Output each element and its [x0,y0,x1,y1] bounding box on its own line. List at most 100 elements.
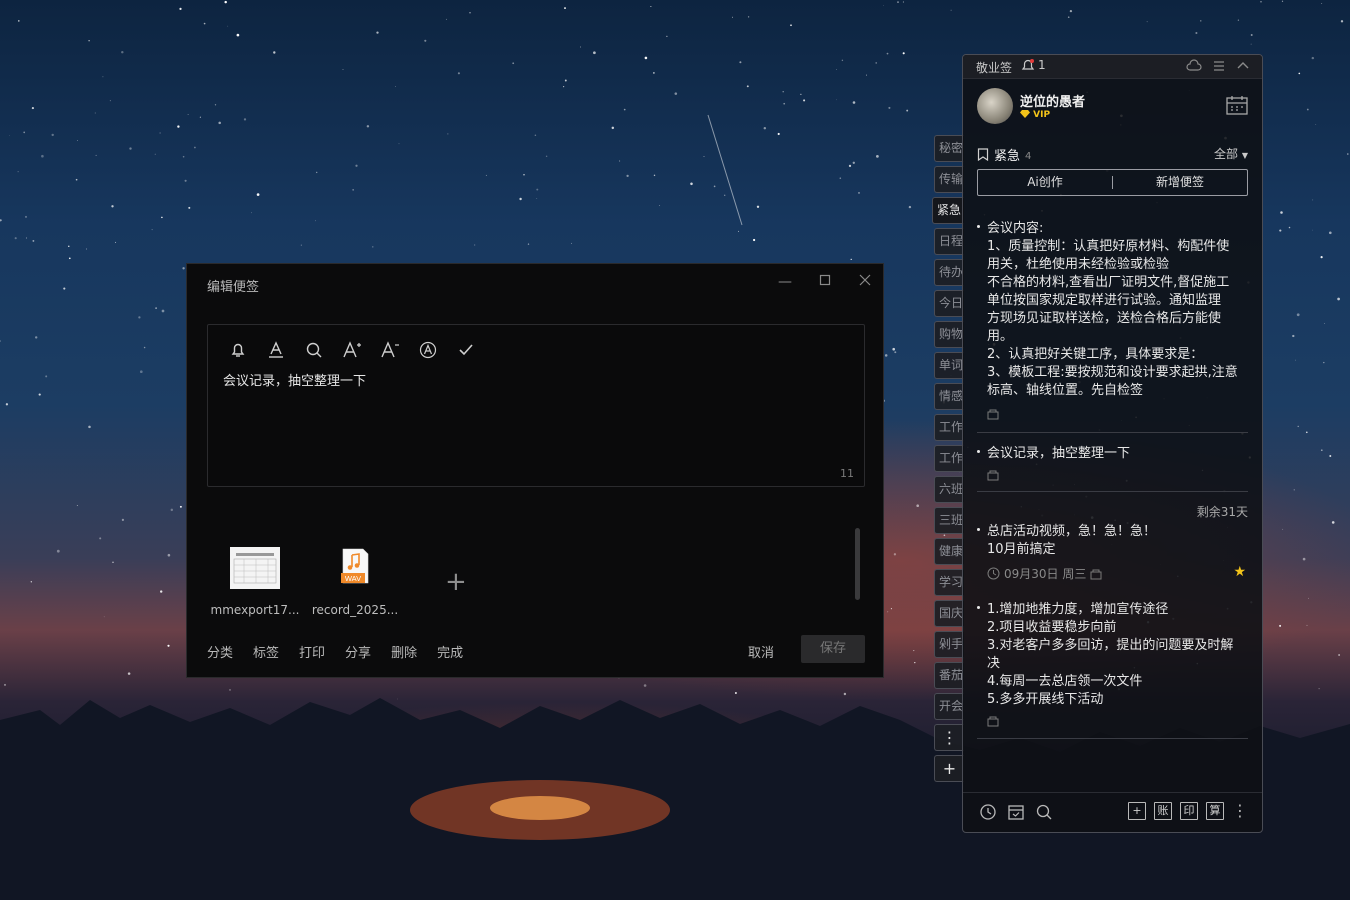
note-editor-box[interactable]: 会议记录，抽空整理一下 11 [207,324,865,487]
calendar-icon[interactable] [1226,95,1248,115]
tab-meeting[interactable]: 开会 [934,693,964,720]
minimize-button[interactable]: — [777,274,793,290]
maximize-button[interactable] [817,274,833,290]
accounts-button[interactable]: 账 [1154,802,1172,820]
font-decrease-icon[interactable] [378,339,402,361]
tab-today[interactable]: 今日 [934,290,964,317]
collapse-icon[interactable] [1236,59,1250,73]
more-tabs-button[interactable]: ⋮ [934,724,964,751]
avatar[interactable] [977,88,1013,124]
panel-titlebar: 敬业签 1 [963,55,1262,79]
character-count: 11 [840,467,854,480]
editor-actions: 分类 标签 打印 分享 删除 完成 [207,642,463,661]
note-item[interactable]: 会议记录，抽空整理一下 [977,445,1248,492]
calculator-button[interactable]: 算 [1206,802,1224,820]
tab-todo[interactable]: 待办 [934,259,964,286]
done-button[interactable]: 完成 [437,642,463,661]
bookmark-icon [977,148,989,161]
tag-button[interactable]: 标签 [253,642,279,661]
svg-text:WAV: WAV [345,574,361,583]
remaining-days: 剩余31天 [1196,505,1248,519]
checklist-icon[interactable] [454,339,478,361]
add-note-button[interactable]: + [1128,802,1146,820]
search-icon[interactable] [1035,803,1053,821]
ai-create-button[interactable]: Ai创作 [978,170,1112,195]
image-thumbnail-icon [230,547,280,589]
print-button[interactable]: 打印 [299,642,325,661]
menu-icon[interactable] [1212,59,1226,73]
new-note-button[interactable]: 新增便签 [1113,170,1247,195]
panel-footer: + 账 印 算 ⋮ [963,792,1262,832]
reminder-bell-icon[interactable] [226,339,250,361]
text-color-icon[interactable] [416,339,440,361]
category-count: 4 [1025,150,1032,162]
tab-class-three[interactable]: 三班 [934,507,964,534]
tab-class-six[interactable]: 六班 [934,476,964,503]
tab-shopping[interactable]: 购物 [934,321,964,348]
maximize-icon [819,274,831,286]
panel-action-buttons: Ai创作 新增便签 [977,169,1248,196]
reminder-date: 09月30日 周三 [987,565,1102,582]
notification-button[interactable]: 1 [1021,58,1046,72]
history-clock-icon[interactable] [979,803,997,821]
window-title: 编辑便签 [207,280,260,295]
notification-count: 1 [1038,58,1046,72]
attachment-image[interactable]: mmexport17... [205,547,305,617]
share-button[interactable]: 分享 [345,642,371,661]
note-item[interactable]: 总店活动视频，急！急！急！ 10月前搞定 09月30日 周三 ★ [977,523,1248,581]
tab-tomato[interactable]: 番茄 [934,662,964,689]
filter-dropdown[interactable]: 全部 ▼ [1214,145,1248,162]
chevron-down-icon: ▼ [1241,151,1248,160]
tab-shopping-spree[interactable]: 剁手 [934,631,964,658]
add-attachment-button[interactable]: + [445,569,467,595]
tab-words[interactable]: 单词 [934,352,964,379]
note-item[interactable]: 会议内容: 1、质量控制：认真把好原材料、构配件使 用关，杜绝使用未经检验或检验… [977,220,1248,433]
clock-icon [987,567,1000,580]
bell-icon [1021,59,1035,70]
attachment-audio[interactable]: WAV record_2025... [305,547,405,617]
lock-icon [987,716,999,727]
lock-icon [1090,569,1102,579]
user-name: 逆位的愚者 [1020,95,1086,110]
more-options-icon[interactable]: ⋮ [1232,803,1248,819]
category-label: 紧急 [994,149,1021,164]
attachment-name: mmexport17... [210,603,300,617]
tab-emotion[interactable]: 情感 [934,383,964,410]
cloud-sync-icon[interactable] [1186,59,1202,73]
note-item[interactable]: 1.增加地推力度，增加宣传途径 2.项目收益要稳步向前 3.对老客户多多回访，提… [977,601,1248,739]
vip-badge: VIP [1020,110,1050,120]
tab-national-day[interactable]: 国庆 [934,600,964,627]
wav-file-icon: WAV [330,547,380,589]
tab-transfer[interactable]: 传输 [934,166,964,193]
diamond-icon [1020,110,1030,118]
sticky-notes-panel: 敬业签 1 逆位的愚者 VIP 紧急 4 全部 ▼ Ai创作 新增便签 会议内容… [962,54,1263,833]
format-toolbar [226,339,478,361]
add-tab-button[interactable]: + [934,755,964,782]
close-button[interactable] [857,274,873,290]
tab-health[interactable]: 健康 [934,538,964,565]
lock-icon [987,470,999,481]
tab-secret[interactable]: 秘密 [934,135,964,162]
calendar-check-icon[interactable] [1007,803,1025,821]
tab-study[interactable]: 学习 [934,569,964,596]
search-icon[interactable] [302,339,326,361]
scrollbar[interactable] [855,528,860,600]
lock-icon [987,409,999,420]
note-content-text[interactable]: 会议记录，抽空整理一下 [223,370,366,389]
tab-work-2[interactable]: 工作 [934,445,964,472]
attachment-name: record_2025... [311,603,399,617]
tab-work-1[interactable]: 工作 [934,414,964,441]
font-increase-icon[interactable] [340,339,364,361]
save-button[interactable]: 保存 [801,635,865,663]
app-name: 敬业签 [976,61,1013,75]
delete-button[interactable]: 删除 [391,642,417,661]
star-icon[interactable]: ★ [1233,564,1246,580]
edit-note-window: 编辑便签 — 会议记录，抽空整理一下 11 mmexport17... WAV … [186,263,884,678]
current-category: 紧急 4 [977,145,1031,164]
tab-urgent[interactable]: 紧急 [932,197,964,224]
print-button[interactable]: 印 [1180,802,1198,820]
category-button[interactable]: 分类 [207,642,233,661]
text-format-icon[interactable] [264,339,288,361]
cancel-button[interactable]: 取消 [748,642,774,661]
tab-schedule[interactable]: 日程 [934,228,964,255]
